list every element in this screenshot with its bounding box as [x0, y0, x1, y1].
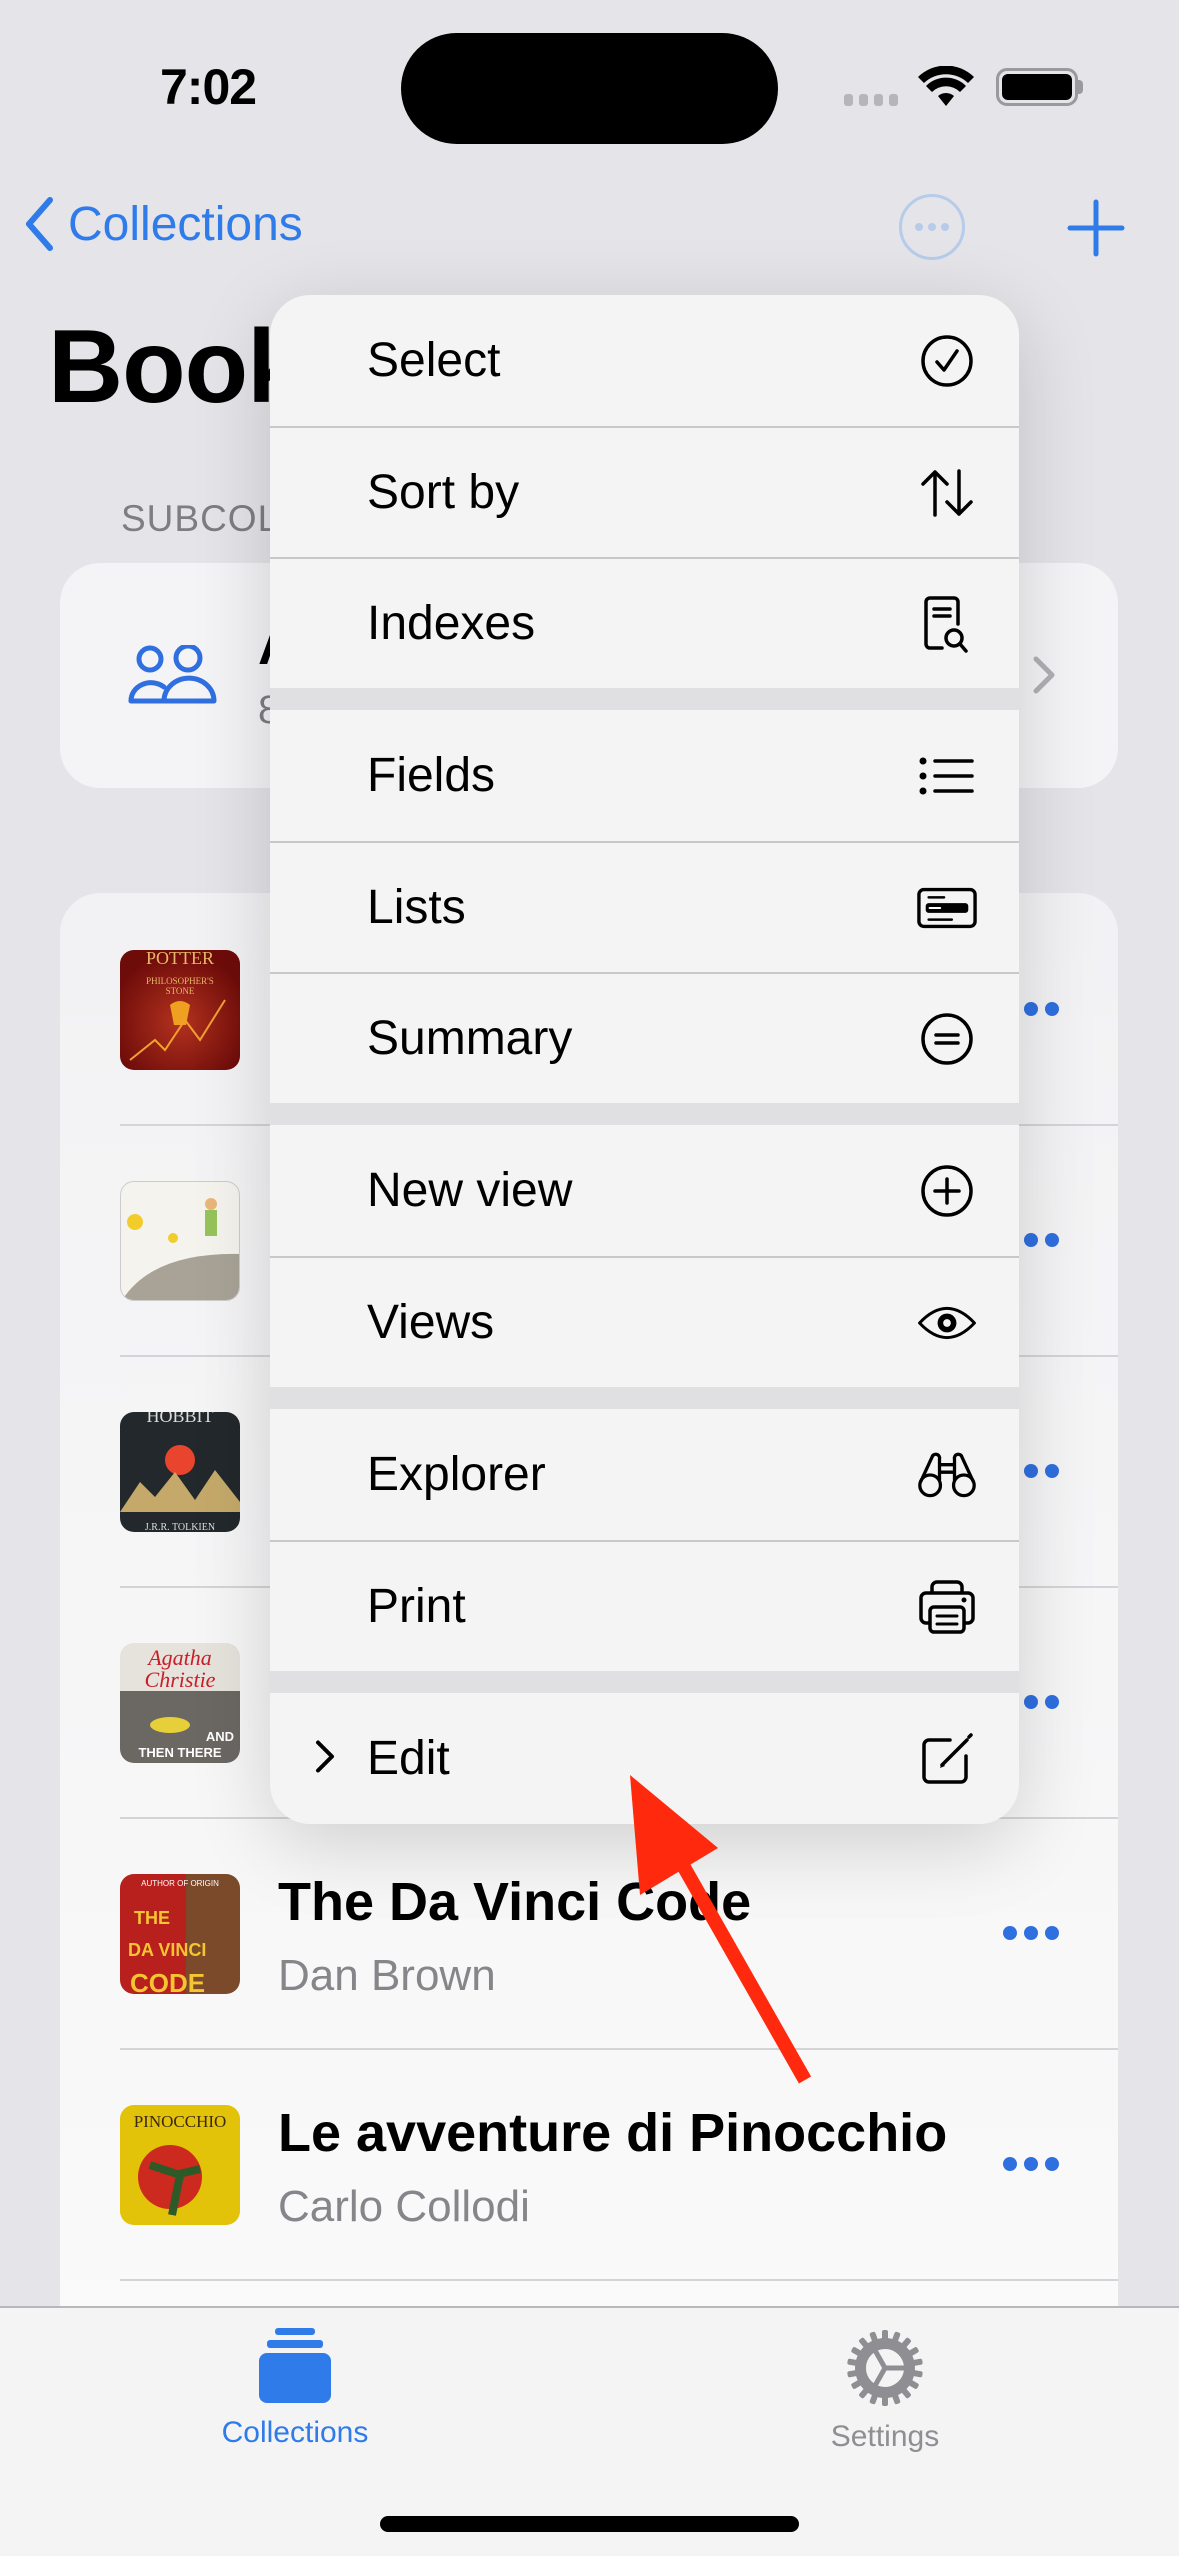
menu-item-explorer[interactable]: Explorer [270, 1409, 1019, 1540]
svg-text:AND: AND [206, 1729, 234, 1744]
status-time: 7:02 [160, 59, 257, 115]
menu-item-label: Summary [367, 1012, 573, 1065]
svg-text:DA VINCI: DA VINCI [128, 1940, 206, 1960]
plus-circle-icon [917, 1161, 977, 1221]
plus-icon [1067, 199, 1125, 257]
chevron-right-icon [1032, 655, 1056, 700]
tab-settings[interactable]: Settings [765, 2328, 1005, 2454]
list-bullet-icon [917, 746, 977, 806]
svg-text:POTTER: POTTER [146, 950, 214, 968]
menu-group-separator [270, 1671, 1019, 1693]
menu-item-label: Explorer [367, 1448, 546, 1501]
back-button[interactable]: Collections [24, 196, 303, 252]
svg-text:HOBBIT: HOBBIT [147, 1412, 214, 1426]
svg-text:STONE: STONE [166, 986, 195, 996]
book-cover-hobbit: HOBBIT J.R.R. TOLKIEN [120, 1412, 240, 1532]
annotation-arrow [630, 1775, 812, 2084]
book-author: Dan Brown [278, 1951, 496, 2000]
wifi-icon [918, 65, 974, 113]
book-cover-and-then-there-were-none: Agatha Christie AND THEN THERE [120, 1643, 240, 1763]
dynamic-island [401, 33, 778, 144]
book-cover-little-prince [120, 1181, 240, 1301]
menu-item-fields[interactable]: Fields [270, 710, 1019, 841]
menu-item-label: Print [367, 1580, 466, 1633]
row-more-button[interactable] [1003, 2157, 1059, 2171]
list-card-icon [917, 878, 977, 938]
menu-item-label: Views [367, 1296, 495, 1349]
book-author: Carlo Collodi [278, 2182, 530, 2231]
document-search-icon [917, 594, 977, 654]
svg-text:CODE: CODE [130, 1968, 205, 1994]
person-group-icon [128, 643, 220, 710]
chevron-right-icon [314, 1731, 336, 1786]
menu-item-lists[interactable]: Lists [270, 841, 1019, 972]
book-cover-harry-potter: POTTER PHILOSOPHER'S STONE [120, 950, 240, 1070]
back-button-label: Collections [68, 197, 303, 251]
menu-item-label: Edit [367, 1732, 450, 1785]
menu-item-print[interactable]: Print [270, 1540, 1019, 1671]
section-header-subcollections: SUBCOL [121, 498, 280, 539]
menu-item-label: Fields [367, 749, 496, 802]
svg-text:PHILOSOPHER'S: PHILOSOPHER'S [146, 976, 214, 986]
menu-item-label: Lists [367, 881, 466, 934]
menu-item-label: Indexes [367, 597, 536, 650]
svg-text:THE: THE [134, 1908, 170, 1928]
menu-item-new-view[interactable]: New view [270, 1125, 1019, 1256]
gear-icon [847, 2330, 923, 2406]
menu-group-separator [270, 688, 1019, 710]
menu-item-sort-by[interactable]: Sort by [270, 426, 1019, 557]
battery-tip [1078, 80, 1083, 94]
chevron-left-icon [26, 197, 53, 251]
battery-icon [996, 68, 1078, 106]
checkmark-circle-icon [917, 331, 977, 391]
menu-item-indexes[interactable]: Indexes [270, 557, 1019, 688]
sort-arrows-icon [917, 463, 977, 523]
menu-item-summary[interactable]: Summary [270, 972, 1019, 1103]
printer-icon [917, 1577, 977, 1637]
home-indicator [380, 2516, 799, 2532]
menu-item-select[interactable]: Select [270, 295, 1019, 426]
svg-text:PINOCCHIO: PINOCCHIO [134, 2112, 227, 2131]
menu-item-label: Sort by [367, 466, 520, 519]
eye-icon [917, 1293, 977, 1353]
more-options-button[interactable] [899, 194, 965, 260]
tab-collections[interactable]: Collections [175, 2328, 415, 2450]
menu-group-separator [270, 1387, 1019, 1409]
menu-item-label: Select [367, 334, 501, 387]
book-cover-da-vinci-code: AUTHOR OF ORIGIN THE DA VINCI CODE [120, 1874, 240, 1994]
menu-group-separator [270, 1103, 1019, 1125]
book-row[interactable]: PINOCCHIO Le avventure di Pinocchio Carl… [60, 2050, 1118, 2281]
book-cover-pinocchio: PINOCCHIO [120, 2105, 240, 2225]
tab-label: Settings [830, 2420, 940, 2453]
svg-text:AUTHOR OF ORIGIN: AUTHOR OF ORIGIN [141, 1879, 219, 1888]
square-pencil-icon [917, 1729, 977, 1789]
row-divider [120, 2279, 1118, 2281]
svg-text:THEN THERE: THEN THERE [138, 1745, 221, 1760]
collections-stack-icon [259, 2328, 331, 2403]
book-row[interactable]: AUTHOR OF ORIGIN THE DA VINCI CODE The Da V… [60, 1819, 1118, 2050]
add-button[interactable] [1066, 198, 1126, 263]
cellular-signal-icon [844, 94, 898, 106]
tab-label: Collections [221, 2416, 369, 2449]
menu-item-label: New view [367, 1164, 573, 1217]
book-title: Le avventure di Pinocchio [278, 2103, 948, 2163]
page-title: Book [48, 309, 305, 425]
row-more-button[interactable] [1003, 1926, 1059, 1940]
svg-text:Christie: Christie [145, 1667, 216, 1692]
svg-text:J.R.R. TOLKIEN: J.R.R. TOLKIEN [145, 1522, 215, 1532]
menu-item-views[interactable]: Views [270, 1256, 1019, 1387]
binoculars-icon [917, 1445, 977, 1505]
equal-circle-icon [917, 1009, 977, 1069]
context-menu: Select Sort by Indexes Fields Lists Summ… [270, 295, 1019, 1824]
